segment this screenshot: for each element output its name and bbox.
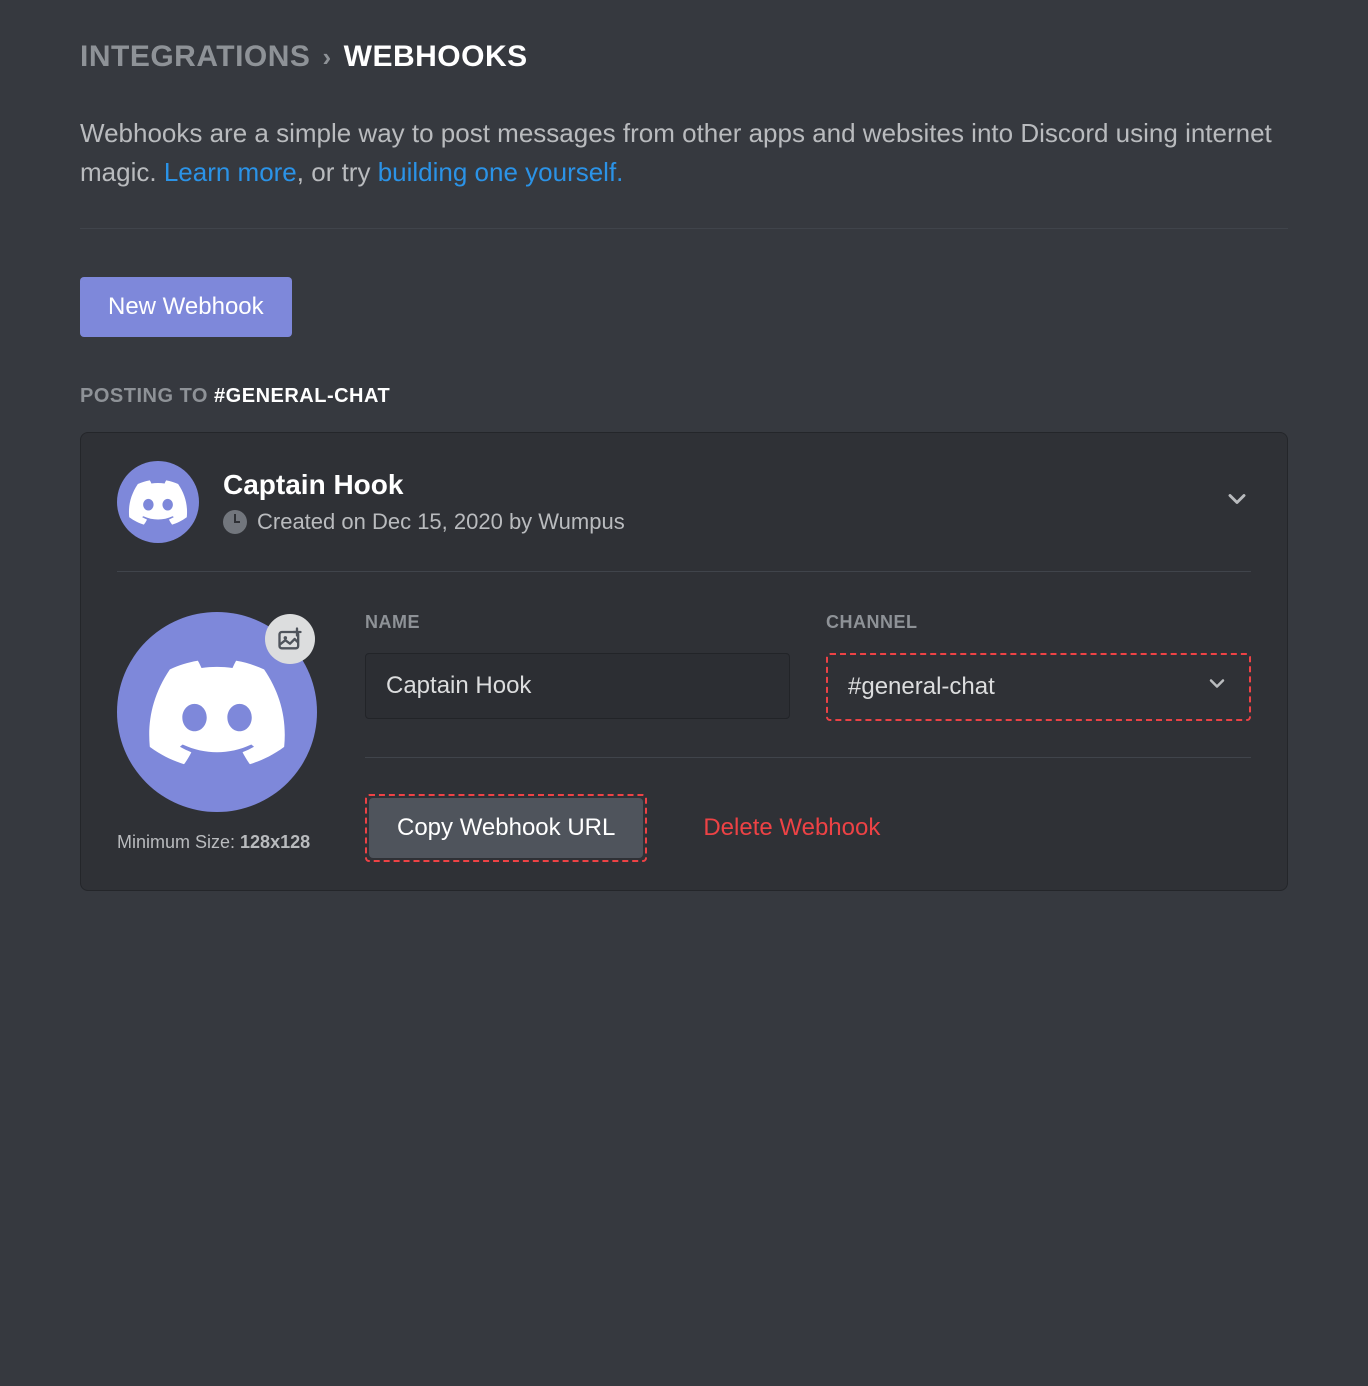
size-hint-value: 128x128 xyxy=(240,832,310,852)
webhook-body: Minimum Size: 128x128 NAME CHANNEL #gene… xyxy=(117,612,1251,862)
posting-channel: #GENERAL-CHAT xyxy=(214,385,390,407)
webhook-meta: Created on Dec 15, 2020 by Wumpus xyxy=(223,509,1199,535)
webhook-header[interactable]: Captain Hook Created on Dec 15, 2020 by … xyxy=(117,461,1251,572)
avatar-section: Minimum Size: 128x128 xyxy=(117,612,317,862)
webhook-title-block: Captain Hook Created on Dec 15, 2020 by … xyxy=(223,469,1199,535)
breadcrumb: INTEGRATIONS › WEBHOOKS xyxy=(80,40,1288,74)
size-hint-label: Minimum Size: xyxy=(117,832,240,852)
name-input[interactable] xyxy=(365,653,790,719)
chevron-right-icon: › xyxy=(322,42,331,73)
webhook-avatar-small xyxy=(117,461,199,543)
action-row: Copy Webhook URL Delete Webhook xyxy=(365,794,1251,862)
divider xyxy=(80,228,1288,229)
breadcrumb-parent[interactable]: INTEGRATIONS xyxy=(80,40,310,74)
name-field-wrapper: NAME xyxy=(365,612,790,721)
delete-webhook-button[interactable]: Delete Webhook xyxy=(695,798,888,858)
size-hint: Minimum Size: 128x128 xyxy=(117,832,317,853)
form-section: NAME CHANNEL #general-chat xyxy=(365,612,1251,862)
form-row: NAME CHANNEL #general-chat xyxy=(365,612,1251,758)
name-label: NAME xyxy=(365,612,790,633)
channel-field-wrapper: CHANNEL #general-chat xyxy=(826,612,1251,721)
copy-webhook-url-button[interactable]: Copy Webhook URL xyxy=(369,798,643,858)
upload-image-icon[interactable] xyxy=(265,614,315,664)
channel-label: CHANNEL xyxy=(826,612,1251,633)
channel-select[interactable]: #general-chat xyxy=(828,655,1249,719)
discord-logo-icon xyxy=(147,660,287,765)
webhook-card: Captain Hook Created on Dec 15, 2020 by … xyxy=(80,432,1288,891)
description-mid: , or try xyxy=(297,157,378,187)
breadcrumb-current: WEBHOOKS xyxy=(344,40,528,74)
avatar-upload[interactable] xyxy=(117,612,317,812)
build-yourself-link[interactable]: building one yourself. xyxy=(378,157,624,187)
discord-logo-icon xyxy=(128,480,188,525)
channel-select-wrapper: #general-chat xyxy=(826,653,1251,721)
webhook-created: Created on Dec 15, 2020 by Wumpus xyxy=(257,509,625,535)
posting-prefix: POSTING TO xyxy=(80,385,214,407)
page-description: Webhooks are a simple way to post messag… xyxy=(80,114,1288,192)
posting-label: POSTING TO #GENERAL-CHAT xyxy=(80,385,1288,408)
learn-more-link[interactable]: Learn more xyxy=(164,157,297,187)
copy-button-highlight: Copy Webhook URL xyxy=(365,794,647,862)
chevron-down-icon[interactable] xyxy=(1223,485,1251,520)
webhook-name: Captain Hook xyxy=(223,469,1199,501)
new-webhook-button[interactable]: New Webhook xyxy=(80,277,292,337)
clock-icon xyxy=(223,510,247,534)
